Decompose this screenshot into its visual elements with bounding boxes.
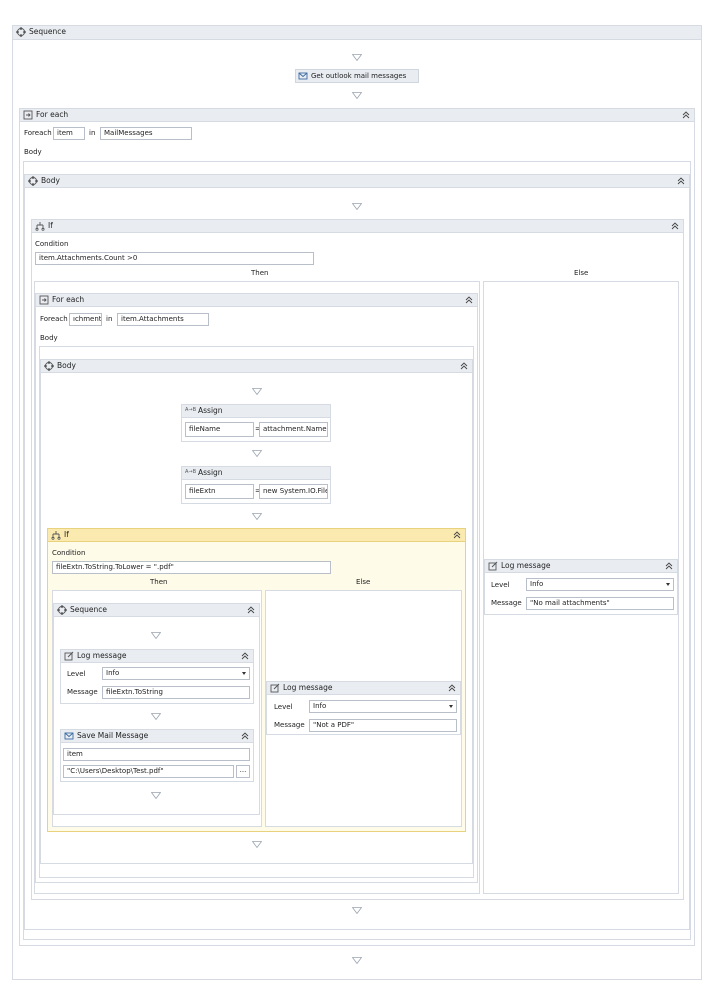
assign-value-field[interactable]: new System.IO.File bbox=[259, 484, 328, 499]
drop-target-icon[interactable] bbox=[252, 841, 262, 848]
message-field[interactable]: "No mail attachments" bbox=[526, 597, 674, 610]
in-label: in bbox=[89, 129, 96, 137]
foreach-collection-field[interactable]: MailMessages bbox=[100, 127, 192, 140]
else-label: Else bbox=[574, 269, 589, 277]
sequence-title: Sequence bbox=[70, 605, 107, 614]
foreach-item-field[interactable]: ıchment bbox=[69, 313, 102, 326]
assign-to-field[interactable]: fileName bbox=[185, 422, 254, 437]
collapse-icon[interactable] bbox=[682, 111, 690, 119]
else-label: Else bbox=[356, 578, 371, 586]
foreach-item-field[interactable]: item bbox=[53, 127, 85, 140]
collapse-icon[interactable] bbox=[665, 562, 673, 570]
mail-message-field[interactable]: item bbox=[63, 748, 250, 761]
sequence-icon bbox=[28, 176, 38, 186]
drop-target-icon[interactable] bbox=[151, 792, 161, 799]
then-label: Then bbox=[150, 578, 168, 586]
if-icon bbox=[51, 530, 61, 540]
collapse-icon[interactable] bbox=[247, 606, 255, 614]
condition-label: Condition bbox=[52, 549, 86, 557]
collapse-icon[interactable] bbox=[465, 296, 473, 304]
log-title: Log message bbox=[283, 683, 333, 692]
foreach-label: Foreach bbox=[24, 129, 52, 137]
level-select[interactable]: Info bbox=[526, 578, 674, 591]
drop-target-icon[interactable] bbox=[352, 203, 362, 210]
level-value: Info bbox=[530, 580, 544, 588]
condition-label: Condition bbox=[35, 240, 69, 248]
drop-target-icon[interactable] bbox=[352, 907, 362, 914]
collapse-icon[interactable] bbox=[453, 531, 461, 539]
get-outlook-mail-messages-activity[interactable]: Get outlook mail messages bbox=[295, 69, 419, 83]
collapse-icon[interactable] bbox=[671, 222, 679, 230]
message-label: Message bbox=[67, 688, 98, 696]
level-select[interactable]: Info bbox=[102, 667, 250, 680]
foreach-icon bbox=[23, 110, 33, 120]
assign-title: Assign bbox=[198, 406, 223, 415]
drop-target-icon[interactable] bbox=[352, 92, 362, 99]
assign-title: Assign bbox=[198, 468, 223, 477]
log-icon bbox=[488, 561, 498, 571]
condition-field[interactable]: item.Attachments.Count >0 bbox=[35, 252, 314, 265]
collapse-icon[interactable] bbox=[460, 362, 468, 370]
body-title: Body bbox=[57, 361, 76, 370]
assign-to-field[interactable]: fileExtn bbox=[185, 484, 254, 499]
foreach-title: For each bbox=[36, 110, 69, 119]
save-mail-title: Save Mail Message bbox=[77, 731, 149, 740]
collapse-icon[interactable] bbox=[677, 177, 685, 185]
message-field[interactable]: fileExtn.ToString bbox=[102, 686, 250, 699]
collapse-icon[interactable] bbox=[241, 732, 249, 740]
body-label: Body bbox=[40, 334, 58, 342]
level-label: Level bbox=[67, 670, 86, 678]
condition-field[interactable]: fileExtn.ToString.ToLower = ".pdf" bbox=[52, 561, 331, 574]
level-label: Level bbox=[274, 703, 293, 711]
chevron-down-icon bbox=[666, 583, 670, 586]
level-label: Level bbox=[491, 581, 510, 589]
foreach-collection-field[interactable]: item.Attachments bbox=[117, 313, 209, 326]
chevron-down-icon bbox=[242, 672, 246, 675]
log-title: Log message bbox=[501, 561, 551, 570]
mail-icon bbox=[298, 71, 308, 81]
foreach-label: Foreach bbox=[40, 315, 68, 323]
assign-value-field[interactable]: attachment.Name bbox=[259, 422, 328, 437]
browse-button[interactable]: ... bbox=[236, 765, 250, 778]
if-title: If bbox=[48, 221, 53, 230]
collapse-icon[interactable] bbox=[241, 652, 249, 660]
drop-target-icon[interactable] bbox=[352, 54, 362, 61]
foreach-title: For each bbox=[52, 295, 85, 304]
get-outlook-label: Get outlook mail messages bbox=[311, 72, 407, 80]
mail-icon bbox=[64, 731, 74, 741]
chevron-down-icon bbox=[449, 705, 453, 708]
assign-icon: A→B bbox=[185, 407, 197, 413]
if-icon bbox=[35, 221, 45, 231]
level-select[interactable]: Info bbox=[309, 700, 457, 713]
log-icon bbox=[64, 651, 74, 661]
drop-target-icon[interactable] bbox=[252, 513, 262, 520]
sequence-icon bbox=[16, 27, 26, 37]
assign-icon: A→B bbox=[185, 469, 197, 475]
message-field[interactable]: "Not a PDF" bbox=[309, 719, 457, 732]
level-value: Info bbox=[313, 702, 327, 710]
collapse-icon[interactable] bbox=[448, 684, 456, 692]
file-path-field[interactable]: "C:\Users\Desktop\Test.pdf" bbox=[63, 765, 234, 778]
sequence-icon bbox=[57, 605, 67, 615]
body-title: Body bbox=[41, 176, 60, 185]
level-value: Info bbox=[106, 669, 120, 677]
sequence-title: Sequence bbox=[29, 27, 66, 36]
message-label: Message bbox=[274, 721, 305, 729]
log-icon bbox=[270, 683, 280, 693]
drop-target-icon[interactable] bbox=[252, 388, 262, 395]
in-label: in bbox=[106, 315, 113, 323]
log-title: Log message bbox=[77, 651, 127, 660]
then-label: Then bbox=[251, 269, 269, 277]
drop-target-icon[interactable] bbox=[352, 957, 362, 964]
body-label: Body bbox=[24, 148, 42, 156]
drop-target-icon[interactable] bbox=[151, 632, 161, 639]
drop-target-icon[interactable] bbox=[151, 713, 161, 720]
if-title: If bbox=[64, 530, 69, 539]
message-label: Message bbox=[491, 599, 522, 607]
sequence-icon bbox=[44, 361, 54, 371]
foreach-icon bbox=[39, 295, 49, 305]
drop-target-icon[interactable] bbox=[252, 450, 262, 457]
